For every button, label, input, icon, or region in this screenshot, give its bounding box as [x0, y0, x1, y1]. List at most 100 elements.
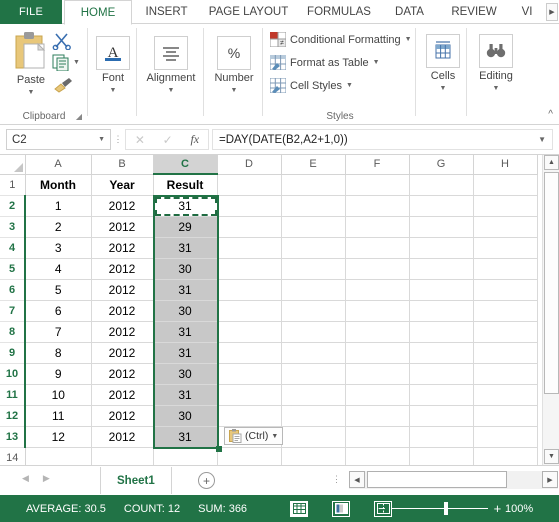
- cell-g5[interactable]: [409, 258, 474, 280]
- cut-button[interactable]: [52, 32, 72, 55]
- column-header-c[interactable]: C: [153, 155, 218, 175]
- cell-e13[interactable]: [281, 426, 346, 448]
- font-button[interactable]: A Font ▼: [94, 36, 132, 94]
- conditional-formatting-button[interactable]: ≠ Conditional Formatting ▼: [270, 32, 412, 47]
- cell-c7[interactable]: 30: [153, 300, 218, 322]
- cell-f11[interactable]: [345, 384, 410, 406]
- cell-f13[interactable]: [345, 426, 410, 448]
- cell-styles-button[interactable]: Cell Styles ▼: [270, 78, 353, 93]
- cell-c2[interactable]: 31: [153, 195, 218, 217]
- editing-dropdown-arrow-icon[interactable]: ▼: [493, 85, 500, 92]
- cell-f5[interactable]: [345, 258, 410, 280]
- zoom-slider[interactable]: [391, 502, 488, 515]
- horizontal-scrollbar[interactable]: ◀ ▶: [349, 471, 558, 489]
- horizontal-scrollbar-thumb[interactable]: [367, 471, 507, 488]
- cell-d3[interactable]: [217, 216, 282, 238]
- cell-a6[interactable]: 5: [25, 279, 92, 301]
- cell-h7[interactable]: [473, 300, 538, 322]
- cell-g8[interactable]: [409, 321, 474, 343]
- cell-a4[interactable]: 3: [25, 237, 92, 259]
- cell-a13[interactable]: 12: [25, 426, 92, 448]
- cell-g9[interactable]: [409, 342, 474, 364]
- format-as-table-button[interactable]: Format as Table ▼: [270, 55, 380, 70]
- cells-button[interactable]: Cells ▼: [424, 34, 462, 92]
- cell-c1[interactable]: Result: [153, 174, 218, 196]
- cell-c10[interactable]: 30: [153, 363, 218, 385]
- row-header-1[interactable]: 1: [0, 174, 26, 196]
- alignment-dropdown-arrow-icon[interactable]: ▼: [168, 87, 175, 94]
- cell-f4[interactable]: [345, 237, 410, 259]
- triangle-left-icon[interactable]: ◀: [22, 473, 29, 484]
- ellipsis-vertical-icon[interactable]: ⋮: [332, 474, 341, 485]
- cell-c13[interactable]: 31: [153, 426, 218, 448]
- cell-e1[interactable]: [281, 174, 346, 196]
- row-header-6[interactable]: 6: [0, 279, 26, 301]
- cell-f10[interactable]: [345, 363, 410, 385]
- format-as-table-arrow-icon[interactable]: ▼: [373, 59, 380, 66]
- cell-b8[interactable]: 2012: [91, 321, 154, 343]
- tab-review[interactable]: REVIEW: [439, 0, 509, 24]
- cell-e10[interactable]: [281, 363, 346, 385]
- cell-e9[interactable]: [281, 342, 346, 364]
- cell-g4[interactable]: [409, 237, 474, 259]
- cell-e8[interactable]: [281, 321, 346, 343]
- formula-input[interactable]: =DAY(DATE(B2,A2+1,0)) ▼: [212, 129, 553, 150]
- tab-formulas[interactable]: FORMULAS: [298, 0, 380, 24]
- column-header-f[interactable]: F: [345, 155, 410, 175]
- cell-b11[interactable]: 2012: [91, 384, 154, 406]
- cell-a10[interactable]: 9: [25, 363, 92, 385]
- cell-g11[interactable]: [409, 384, 474, 406]
- row-header-10[interactable]: 10: [0, 363, 26, 385]
- cell-e7[interactable]: [281, 300, 346, 322]
- cell-h10[interactable]: [473, 363, 538, 385]
- cell-d10[interactable]: [217, 363, 282, 385]
- cell-h11[interactable]: [473, 384, 538, 406]
- cell-c4[interactable]: 31: [153, 237, 218, 259]
- vertical-scrollbar-thumb[interactable]: [544, 172, 559, 394]
- tab-scroll-right-button[interactable]: ▶: [546, 3, 558, 21]
- zoom-out-button[interactable]: −: [378, 502, 386, 515]
- cell-f3[interactable]: [345, 216, 410, 238]
- editing-button[interactable]: Editing ▼: [477, 34, 515, 92]
- zoom-slider-knob[interactable]: [443, 502, 448, 515]
- copy-button[interactable]: ▼: [52, 54, 80, 71]
- cell-b4[interactable]: 2012: [91, 237, 154, 259]
- cell-a9[interactable]: 8: [25, 342, 92, 364]
- cell-e4[interactable]: [281, 237, 346, 259]
- tab-home[interactable]: HOME: [64, 0, 132, 25]
- cell-f12[interactable]: [345, 405, 410, 427]
- cell-b12[interactable]: 2012: [91, 405, 154, 427]
- row-header-8[interactable]: 8: [0, 321, 26, 343]
- cell-d5[interactable]: [217, 258, 282, 280]
- page-layout-view-button[interactable]: [332, 500, 350, 517]
- cell-b5[interactable]: 2012: [91, 258, 154, 280]
- cell-c9[interactable]: 31: [153, 342, 218, 364]
- column-header-a[interactable]: A: [25, 155, 92, 175]
- cell-f6[interactable]: [345, 279, 410, 301]
- cell-h9[interactable]: [473, 342, 538, 364]
- cell-g7[interactable]: [409, 300, 474, 322]
- column-header-e[interactable]: E: [281, 155, 346, 175]
- cell-f9[interactable]: [345, 342, 410, 364]
- cell-g2[interactable]: [409, 195, 474, 217]
- cell-c8[interactable]: 31: [153, 321, 218, 343]
- cell-f1[interactable]: [345, 174, 410, 196]
- alignment-button[interactable]: Alignment ▼: [147, 36, 195, 94]
- cell-c12[interactable]: 30: [153, 405, 218, 427]
- paste-dropdown-arrow-icon[interactable]: ▼: [28, 89, 35, 96]
- copy-dropdown-arrow-icon[interactable]: ▼: [73, 59, 80, 66]
- paste-button[interactable]: Paste ▼: [6, 30, 56, 96]
- normal-view-button[interactable]: [290, 500, 308, 517]
- clipboard-dialog-launcher[interactable]: ◢: [76, 112, 82, 121]
- cell-g6[interactable]: [409, 279, 474, 301]
- sheet-tab-sheet1[interactable]: Sheet1: [100, 467, 172, 494]
- cell-a8[interactable]: 7: [25, 321, 92, 343]
- font-dropdown-arrow-icon[interactable]: ▼: [110, 87, 117, 94]
- cell-d6[interactable]: [217, 279, 282, 301]
- cell-d9[interactable]: [217, 342, 282, 364]
- cell-d12[interactable]: [217, 405, 282, 427]
- row-header-4[interactable]: 4: [0, 237, 26, 259]
- row-header-12[interactable]: 12: [0, 405, 26, 427]
- row-header-3[interactable]: 3: [0, 216, 26, 238]
- row-header-5[interactable]: 5: [0, 258, 26, 280]
